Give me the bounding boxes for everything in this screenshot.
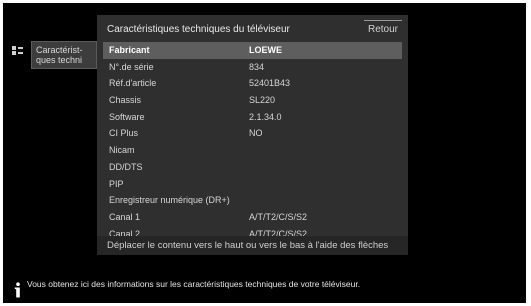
row-key: CI Plus [109, 128, 139, 139]
panel-title: Caractéristiques techniques du téléviseu… [107, 24, 290, 35]
back-button[interactable]: Retour [363, 20, 402, 35]
table-row[interactable]: Chassis SL220 [103, 92, 402, 109]
row-value: 2.1.34.0 [249, 111, 282, 122]
table-row[interactable]: DD/DTS [103, 159, 402, 176]
tv-screen: Caractérist­ques techni Caractéristiques… [3, 3, 526, 303]
row-value: 834 [249, 61, 265, 72]
sidebar-item-tech-specs[interactable]: Caractérist­ques techni [31, 41, 97, 69]
table-row[interactable]: Fabricant LOEWE [103, 42, 402, 59]
row-key: Enregistreur numérique (DR+) [109, 195, 230, 206]
table-row[interactable]: Enregistreur numérique (DR+) [103, 192, 402, 209]
row-key: Nicam [109, 145, 135, 156]
row-key: Chassis [109, 95, 142, 106]
scroll-hint: Déplacer le contenu vers le haut ou vers… [97, 236, 408, 255]
row-value: 52401B43 [249, 78, 291, 89]
row-key: PIP [109, 178, 124, 189]
row-key: Software [109, 111, 145, 122]
table-row[interactable]: PIP [103, 176, 402, 193]
info-icon [14, 282, 20, 298]
row-value: SL220 [249, 95, 276, 106]
table-row[interactable]: CI Plus NO [103, 125, 402, 142]
info-text: Vous obtenez ici des informations sur le… [27, 279, 361, 289]
row-value: LOEWE [249, 45, 282, 55]
sidebar-item-label: Caractérist­ques techni [36, 45, 83, 65]
table-row[interactable]: Nicam [103, 142, 402, 159]
table-row[interactable]: Canal 1 A/T/T2/C/S/S2 [103, 209, 402, 226]
table-row[interactable]: Software 2.1.34.0 [103, 109, 402, 126]
row-key: Fabricant [109, 45, 150, 55]
menu-grid-icon [12, 46, 23, 55]
specs-table[interactable]: Fabricant LOEWE N°.de série 834 Réf.d'ar… [103, 42, 402, 242]
row-key: Canal 1 [109, 211, 141, 222]
row-key: N°.de série [109, 61, 154, 72]
tech-specs-panel: Caractéristiques techniques du téléviseu… [97, 15, 408, 255]
row-value: NO [249, 128, 263, 139]
table-row[interactable]: N°.de série 834 [103, 59, 402, 76]
row-key: DD/DTS [109, 161, 143, 172]
row-value: A/T/T2/C/S/S2 [249, 211, 308, 222]
table-row[interactable]: Réf.d'article 52401B43 [103, 75, 402, 92]
row-key: Réf.d'article [109, 78, 157, 89]
